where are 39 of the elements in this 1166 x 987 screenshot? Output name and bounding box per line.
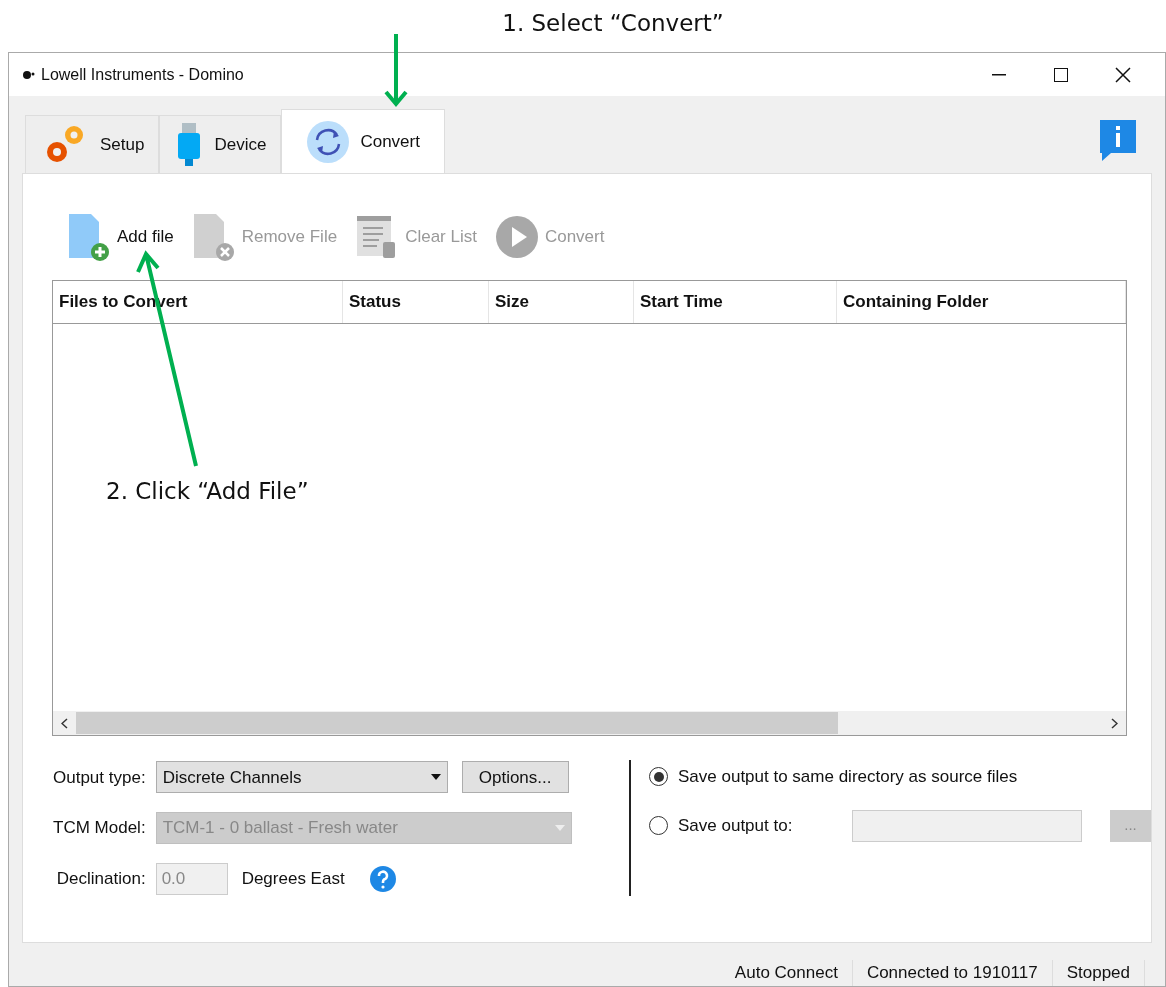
column-header[interactable]: Status xyxy=(343,281,489,323)
sync-icon xyxy=(306,119,351,164)
column-header[interactable]: Size xyxy=(489,281,634,323)
field-label: Output type: xyxy=(53,766,146,789)
status-text: Connected to 1910117 xyxy=(852,960,1053,986)
output-path-field[interactable] xyxy=(852,809,1082,842)
play-icon xyxy=(494,215,539,259)
options-button[interactable]: Options... xyxy=(461,761,569,794)
dropdown-arrow-icon xyxy=(430,774,441,781)
radio-label[interactable]: Save output to: xyxy=(678,812,828,839)
info-icon[interactable] xyxy=(1097,117,1139,163)
window-title: Lowell Instruments - Domino xyxy=(41,64,244,85)
tab[interactable]: Setup xyxy=(25,115,160,173)
tab[interactable]: Device xyxy=(159,115,282,173)
close-icon xyxy=(1115,66,1131,83)
column-header[interactable]: Containing Folder xyxy=(837,281,1126,323)
scrollbar-thumb[interactable] xyxy=(76,712,838,734)
toolbar-button[interactable]: Add file xyxy=(67,212,174,262)
minimize-icon xyxy=(992,73,1006,76)
annotation-caption: 2. Click “Add File” xyxy=(106,477,309,506)
remove-file-icon xyxy=(191,212,236,262)
add-file-icon xyxy=(67,212,111,262)
horizontal-scrollbar[interactable] xyxy=(53,711,1126,735)
unit-label: Degrees East xyxy=(241,867,345,890)
app-logo-icon xyxy=(23,69,35,80)
status-text: Stopped xyxy=(1052,960,1145,986)
field-label: Declination: xyxy=(55,867,146,890)
maximize-icon xyxy=(1054,67,1068,82)
tab[interactable]: Convert xyxy=(281,109,445,173)
annotation-caption: 1. Select “Convert” xyxy=(502,9,724,38)
status-text: Auto Connect xyxy=(720,960,853,986)
output-type-dropdown[interactable]: Discrete Channels xyxy=(155,761,448,794)
radio-label[interactable]: Save output to same directory as source files xyxy=(678,764,1018,790)
scroll-left-icon[interactable] xyxy=(61,717,68,729)
dropdown-arrow-icon xyxy=(554,825,565,831)
scroll-right-icon[interactable] xyxy=(1111,717,1118,729)
column-header[interactable]: Start Time xyxy=(634,281,837,323)
field-label: TCM Model: xyxy=(53,817,146,840)
help-icon[interactable] xyxy=(368,864,397,893)
